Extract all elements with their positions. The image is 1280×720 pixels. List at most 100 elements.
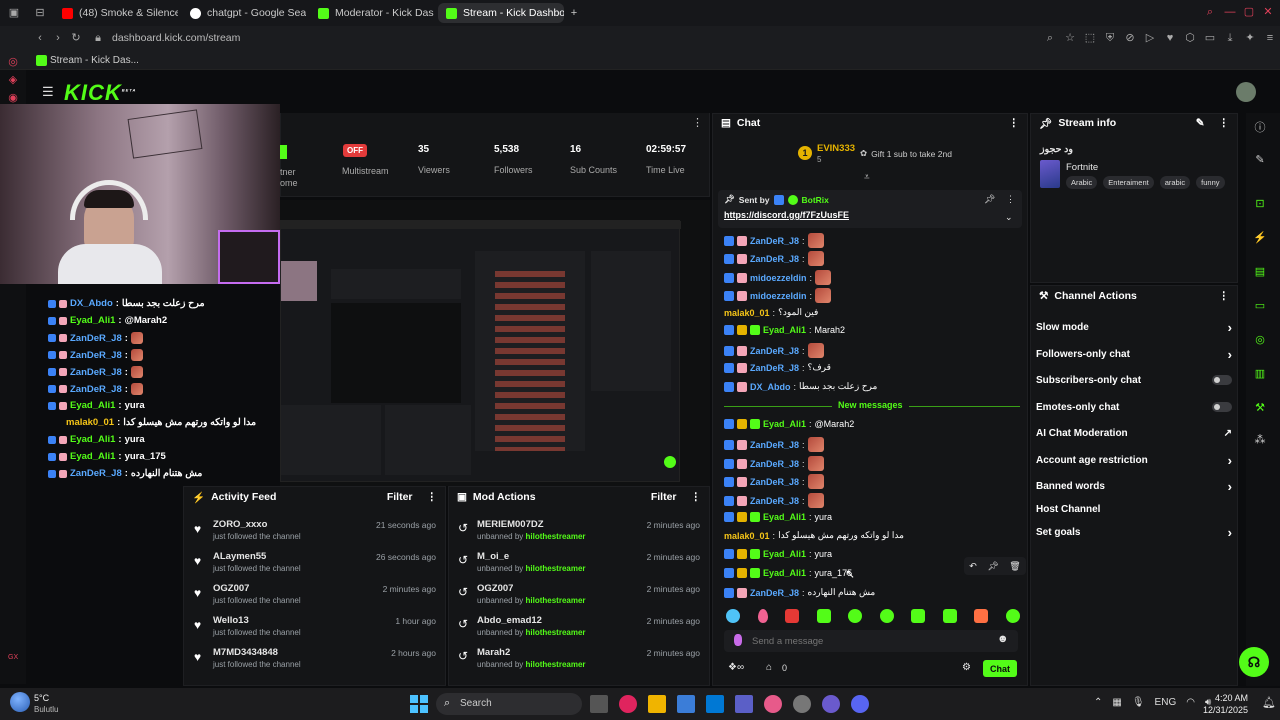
chat-message[interactable]: Eyad_Ali1: yura_175 — [724, 568, 852, 578]
emote-icon[interactable] — [816, 609, 831, 623]
chat-message[interactable]: midoezzeldin: — [724, 288, 832, 303]
opera-gx-icon[interactable] — [619, 695, 637, 713]
notifications-icon[interactable]: 🔔︎ — [1262, 696, 1276, 709]
broadcast-icon[interactable]: ◎ — [1250, 329, 1270, 349]
sidebar-icon[interactable]: ◈ — [7, 74, 19, 86]
chat-message[interactable]: ZanDeR_J8: — [724, 493, 824, 508]
pinned-user[interactable]: BotRix — [802, 195, 829, 205]
chevron-down-icon[interactable]: ⌄ — [1005, 212, 1013, 223]
chat-message[interactable]: ZanDeR_J8: — [724, 437, 824, 452]
chat-username[interactable]: DX_Abdo — [750, 382, 791, 392]
more-options-icon[interactable]: ⋮ — [1009, 117, 1020, 129]
cog-group-icon[interactable]: ❖∞ — [728, 662, 744, 673]
new-tab-icon[interactable]: + — [568, 7, 580, 19]
chat-message[interactable]: ZanDeR_J8: — [724, 343, 824, 358]
search-tabs-icon[interactable]: ⌕ — [1204, 6, 1216, 18]
pinned-link[interactable]: https://discord.gg/f7FzUusFE — [724, 210, 849, 220]
chat-username[interactable]: Eyad_Ali1 — [763, 512, 806, 522]
music-icon[interactable] — [764, 695, 782, 713]
screenshot-icon[interactable]: ⬚ — [1084, 32, 1096, 44]
zoom-icon[interactable]: ⌕ — [1044, 32, 1056, 44]
avatar[interactable] — [1236, 82, 1256, 102]
maximize-icon[interactable]: ▢ — [1243, 6, 1255, 18]
chat-username[interactable]: malak0_01 — [724, 308, 770, 318]
toggle-switch[interactable] — [1212, 402, 1232, 412]
emote-icon[interactable] — [911, 609, 926, 623]
reply-icon[interactable]: ↶ — [969, 561, 977, 572]
edit-icon[interactable]: ✎ — [1196, 117, 1205, 129]
channel-action-4[interactable]: Emotes-only chat — [1036, 400, 1232, 414]
pin-icon[interactable]: 📌︎ — [987, 561, 998, 572]
heart-icon[interactable]: ♥ — [1164, 32, 1176, 44]
tab-moderator[interactable]: Moderator - Kick Dashbo — [310, 3, 434, 23]
extension-icon[interactable]: ⬡ — [1184, 32, 1196, 44]
chat-message[interactable]: Eyad_Ali1: yura — [724, 512, 832, 522]
ai-icon[interactable]: ✦ — [1244, 32, 1256, 44]
url-input[interactable]: dashboard.kick.com/stream — [112, 32, 240, 44]
windows-start-icon[interactable] — [410, 695, 428, 713]
wallet-icon[interactable]: ▭ — [1204, 32, 1216, 44]
gx-icon[interactable]: GX — [8, 654, 18, 661]
screen-icon[interactable]: ⊡ — [1250, 193, 1270, 213]
chat-username[interactable]: malak0_01 — [724, 531, 770, 541]
mod-moderator[interactable]: hilothestreamer — [526, 564, 586, 573]
plugins-icon[interactable]: ⁂ — [1250, 429, 1270, 449]
channel-action-8[interactable]: Host Channel — [1036, 502, 1232, 516]
chat-send-button[interactable]: Chat — [983, 660, 1017, 677]
mod-moderator[interactable]: hilothestreamer — [526, 596, 586, 605]
storage-icon[interactable]: ▥ — [1250, 363, 1270, 383]
store-icon[interactable] — [706, 695, 724, 713]
copilot-icon[interactable] — [677, 695, 695, 713]
info-icon[interactable]: ⓘ — [1250, 117, 1270, 137]
emote-icon[interactable] — [942, 609, 957, 623]
emote-icon[interactable] — [974, 609, 989, 623]
chat-message[interactable]: ZanDeR_J8: — [724, 456, 824, 471]
menu-icon[interactable]: ≡ — [1264, 32, 1276, 44]
multistream-stat[interactable]: OFF Multistream — [342, 144, 389, 176]
stream-preview[interactable] — [280, 200, 710, 486]
activity-username[interactable]: ALaymen55 — [213, 551, 266, 562]
chat-message[interactable]: midoezzeldin: — [724, 270, 832, 285]
chat-username[interactable]: ZanDeR_J8 — [750, 477, 799, 487]
taskbar-search[interactable]: ⌕ Search — [436, 693, 582, 715]
close-icon[interactable]: ✕ — [1262, 6, 1274, 18]
chat-message[interactable]: ZanDeR_J8: مش هتنام النهارده — [724, 587, 875, 598]
wifi-icon[interactable]: ◠ — [1186, 697, 1195, 708]
lightning-icon[interactable]: ⚡ — [1250, 227, 1270, 247]
teams-icon[interactable] — [735, 695, 753, 713]
channel-action-3[interactable]: Subscribers-only chat — [1036, 373, 1232, 387]
chat-message[interactable]: malak0_01: مدا لو واتكه ورتهم مش هيسلو كد… — [724, 530, 904, 541]
settings-icon[interactable] — [793, 695, 811, 713]
settings-icon[interactable]: ⚙ — [962, 662, 971, 673]
chat-username[interactable]: Eyad_Ali1 — [763, 419, 806, 429]
file-explorer-icon[interactable] — [648, 695, 666, 713]
minimize-icon[interactable]: — — [1224, 6, 1236, 18]
chat-username[interactable]: ZanDeR_J8 — [750, 363, 799, 373]
emote-icon[interactable] — [848, 609, 863, 623]
reload-icon[interactable]: ↻ — [70, 32, 82, 44]
clock-time[interactable]: 4:20 AM — [1210, 693, 1248, 703]
chat-username[interactable]: ZanDeR_J8 — [750, 346, 799, 356]
clipboard-icon[interactable]: ▤ — [1250, 261, 1270, 281]
chat-input-box[interactable]: ☻ — [724, 630, 1018, 652]
forward-icon[interactable]: › — [52, 32, 64, 44]
more-options-icon[interactable]: ⋮ — [692, 116, 703, 129]
emoji-icon[interactable]: ☻ — [997, 633, 1009, 645]
chat-username[interactable]: ZanDeR_J8 — [750, 236, 799, 246]
bookmark-icon[interactable]: ☆ — [1064, 32, 1076, 44]
kick-logo[interactable]: KICKBETA — [64, 80, 136, 106]
chat-message[interactable]: DX_Abdo: مرح زعلت بجد بسطا — [724, 381, 877, 392]
back-icon[interactable]: ‹ — [34, 32, 46, 44]
chat-username[interactable]: Eyad_Ali1 — [763, 325, 806, 335]
tab-overview-icon[interactable]: ⊟ — [34, 7, 46, 19]
channel-action-2[interactable]: Followers-only chat › — [1036, 347, 1232, 362]
support-button[interactable]: ☊ — [1239, 647, 1269, 677]
chat-message[interactable]: ZanDeR_J8: قرف؟ — [724, 362, 831, 373]
channel-action-5[interactable]: AI Chat Moderation ↗ — [1036, 426, 1232, 440]
chat-message[interactable]: Eyad_Ali1: @Marah2 — [724, 419, 854, 429]
chat-username[interactable]: midoezzeldin — [750, 273, 807, 283]
chat-message[interactable]: ZanDeR_J8: — [724, 474, 824, 489]
activity-username[interactable]: Wello13 — [213, 615, 249, 626]
browser-menu-icon[interactable]: ▣ — [8, 7, 20, 19]
toggle-switch[interactable] — [1212, 375, 1232, 385]
